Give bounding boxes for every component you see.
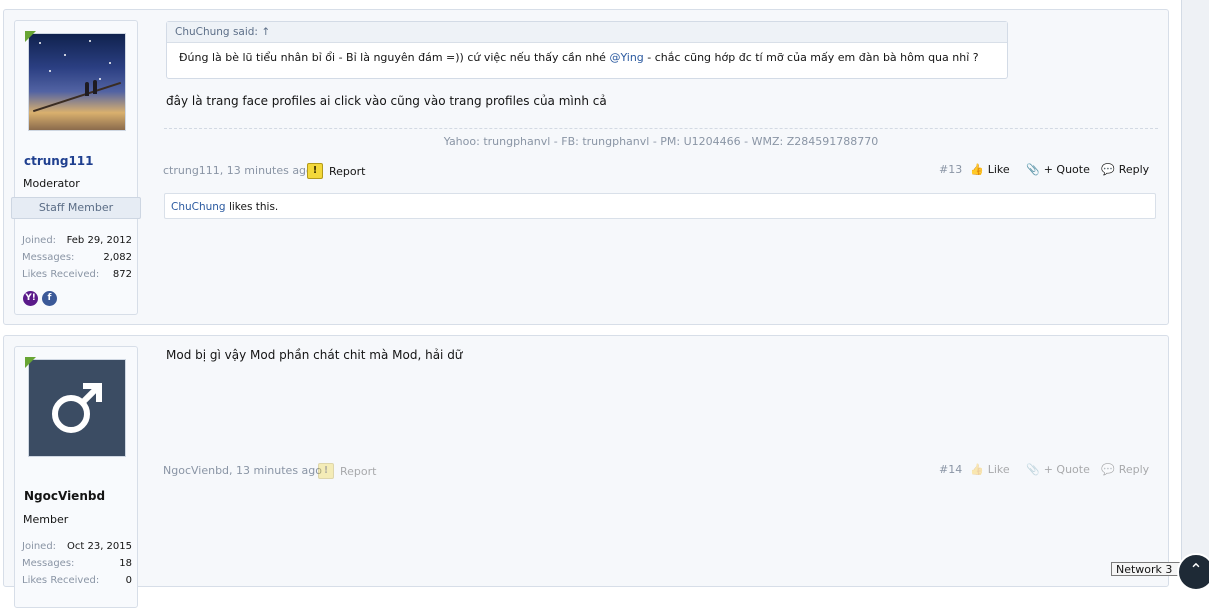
post-meta[interactable]: ctrung111, 13 minutes ago: [163, 164, 313, 177]
stat-likes-received: Likes Received: 0: [22, 575, 132, 586]
quote-button[interactable]: 📎 + Quote: [1026, 163, 1090, 176]
right-scroll-area[interactable]: [1181, 0, 1209, 574]
liker-link[interactable]: ChuChung: [171, 201, 226, 213]
stat-likes-received: Likes Received: 872: [22, 269, 132, 280]
online-corner-icon: [25, 31, 36, 42]
stat-joined: Joined: Feb 29, 2012: [22, 235, 132, 246]
scroll-to-top-button[interactable]: ⌃: [1177, 553, 1209, 591]
likes-summary: ChuChung likes this.: [164, 193, 1156, 219]
facebook-icon[interactable]: f: [42, 291, 57, 306]
reply-button[interactable]: 💬 Reply: [1101, 463, 1149, 476]
quote-block: ChuChung said: ↑ Đúng là bè lũ tiểu nhân…: [166, 21, 1008, 79]
message-text: Mod bị gì vậy Mod phần chát chit mà Mod,…: [166, 348, 463, 362]
report-button[interactable]: ! Report: [318, 463, 376, 479]
like-button[interactable]: 👍 Like: [970, 163, 1010, 176]
staff-badge: Staff Member: [11, 197, 141, 219]
reply-button[interactable]: 💬 Reply: [1101, 163, 1149, 176]
quote-body: Đúng là bè lũ tiểu nhân bỉ ổi - Bỉ là ng…: [179, 51, 979, 64]
thumbs-up-icon: 👍: [970, 163, 984, 176]
yahoo-icon[interactable]: Y!: [23, 291, 38, 306]
warning-icon: !: [318, 463, 334, 479]
post-13: ctrung111 Moderator Staff Member Joined:…: [3, 9, 1169, 325]
online-corner-icon: [25, 357, 36, 368]
stat-messages: Messages: 2,082: [22, 252, 132, 263]
avatar[interactable]: [28, 33, 126, 131]
speech-bubble-icon: 💬: [1101, 163, 1115, 176]
post-number[interactable]: #13: [939, 163, 962, 176]
post-meta[interactable]: NgocVienbd, 13 minutes ago: [163, 464, 322, 477]
stat-joined: Joined: Oct 23, 2015: [22, 541, 132, 552]
jump-up-icon[interactable]: ↑: [261, 26, 270, 38]
stat-messages: Messages: 18: [22, 558, 132, 569]
like-button[interactable]: 👍 Like: [970, 463, 1010, 476]
chevron-up-icon: ⌃: [1189, 560, 1203, 579]
user-title: Moderator: [23, 177, 80, 190]
paperclip-icon: 📎: [1026, 163, 1040, 176]
thumbs-up-icon: 👍: [970, 463, 984, 476]
quote-button[interactable]: 📎 + Quote: [1026, 463, 1090, 476]
paperclip-icon: 📎: [1026, 463, 1040, 476]
post-number[interactable]: #14: [939, 463, 962, 476]
post-actions: #14 👍 Like 📎 + Quote 💬 Reply: [934, 463, 1154, 479]
user-title: Member: [23, 513, 69, 526]
report-button[interactable]: ! Report: [307, 163, 365, 179]
signature: Yahoo: trungphanvl - FB: trungphanvl - P…: [443, 135, 879, 148]
male-symbol-icon: [52, 383, 102, 433]
avatar[interactable]: [28, 359, 126, 457]
top-edge: [0, 0, 1180, 6]
signature-divider: [164, 128, 1158, 129]
warning-icon: !: [307, 163, 323, 179]
username[interactable]: ctrung111: [24, 154, 94, 168]
speech-bubble-icon: 💬: [1101, 463, 1115, 476]
message-text: đây là trang face profiles ai click vào …: [166, 94, 607, 108]
mention-link[interactable]: @Ying: [609, 51, 643, 64]
user-block: NgocVienbd Member Joined: Oct 23, 2015 Me…: [14, 346, 138, 608]
username[interactable]: NgocVienbd: [24, 489, 105, 503]
quote-header[interactable]: ChuChung said: ↑: [167, 22, 1007, 43]
post-14: NgocVienbd Member Joined: Oct 23, 2015 Me…: [3, 335, 1169, 608]
post-actions: #13 👍 Like 📎 + Quote 💬 Reply: [934, 163, 1154, 179]
user-block: ctrung111 Moderator Staff Member Joined:…: [11, 20, 141, 315]
